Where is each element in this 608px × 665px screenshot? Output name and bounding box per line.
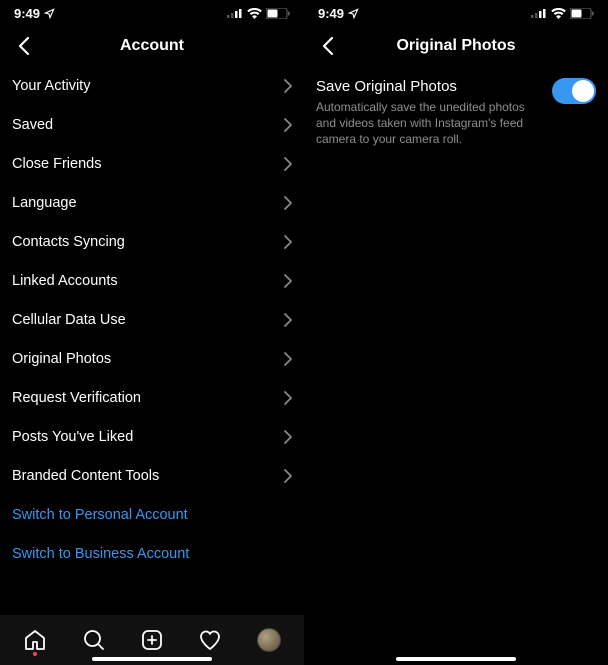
row-label: Posts You've Liked [12,429,133,445]
content: Save Original Photos Automatically save … [304,66,608,665]
row-language[interactable]: Language [0,183,304,222]
plus-square-icon [140,628,164,652]
chevron-right-icon [284,157,292,171]
chevron-left-icon [18,36,30,56]
profile-avatar-icon [257,628,281,652]
tab-activity[interactable] [188,618,232,662]
save-original-photos-row: Save Original Photos Automatically save … [304,66,608,152]
row-close-friends[interactable]: Close Friends [0,144,304,183]
row-saved[interactable]: Saved [0,105,304,144]
tab-profile[interactable] [247,618,291,662]
back-button[interactable] [12,34,36,58]
account-settings-screen: 9:49 Account Your Activity Saved Close F… [0,0,304,665]
battery-icon [266,8,290,19]
status-time: 9:49 [14,6,40,21]
switch-to-personal-account-link[interactable]: Switch to Personal Account [0,495,304,534]
row-contacts-syncing[interactable]: Contacts Syncing [0,222,304,261]
row-label: Request Verification [12,390,141,406]
wifi-icon [551,8,566,19]
original-photos-screen: 9:49 Original Photos Save Original Photo… [304,0,608,665]
tab-new-post[interactable] [130,618,174,662]
page-title: Original Photos [304,37,608,55]
row-label: Linked Accounts [12,273,118,289]
toggle-knob [572,80,594,102]
row-request-verification[interactable]: Request Verification [0,378,304,417]
row-original-photos[interactable]: Original Photos [0,339,304,378]
notification-dot [33,652,37,656]
settings-list: Your Activity Saved Close Friends Langua… [0,66,304,615]
cellular-signal-icon [531,8,547,18]
row-cellular-data-use[interactable]: Cellular Data Use [0,300,304,339]
home-icon [23,628,47,652]
home-indicator[interactable] [92,657,212,661]
link-label: Switch to Business Account [12,546,189,562]
location-services-icon [44,8,55,19]
status-bar: 9:49 [304,0,608,26]
wifi-icon [247,8,262,19]
nav-bar: Account [0,26,304,66]
toggle-description: Automatically save the unedited photos a… [316,99,542,148]
chevron-right-icon [284,274,292,288]
row-label: Cellular Data Use [12,312,126,328]
chevron-right-icon [284,196,292,210]
row-label: Your Activity [12,78,90,94]
page-title: Account [0,37,304,55]
row-label: Branded Content Tools [12,468,159,484]
chevron-right-icon [284,430,292,444]
cellular-signal-icon [227,8,243,18]
row-branded-content-tools[interactable]: Branded Content Tools [0,456,304,495]
row-posts-youve-liked[interactable]: Posts You've Liked [0,417,304,456]
row-label: Contacts Syncing [12,234,125,250]
chevron-right-icon [284,118,292,132]
status-bar: 9:49 [0,0,304,26]
status-time: 9:49 [318,6,344,21]
chevron-right-icon [284,352,292,366]
chevron-right-icon [284,235,292,249]
row-label: Language [12,195,77,211]
heart-icon [198,628,222,652]
row-linked-accounts[interactable]: Linked Accounts [0,261,304,300]
toggle-label: Save Original Photos [316,78,542,95]
chevron-left-icon [322,36,334,56]
chevron-right-icon [284,79,292,93]
save-original-photos-toggle[interactable] [552,78,596,104]
switch-to-business-account-link[interactable]: Switch to Business Account [0,534,304,573]
row-label: Close Friends [12,156,101,172]
back-button[interactable] [316,34,340,58]
search-icon [82,628,106,652]
chevron-right-icon [284,391,292,405]
chevron-right-icon [284,469,292,483]
battery-icon [570,8,594,19]
tab-search[interactable] [72,618,116,662]
row-your-activity[interactable]: Your Activity [0,66,304,105]
chevron-right-icon [284,313,292,327]
nav-bar: Original Photos [304,26,608,66]
tab-home[interactable] [13,618,57,662]
row-label: Original Photos [12,351,111,367]
location-services-icon [348,8,359,19]
row-label: Saved [12,117,53,133]
link-label: Switch to Personal Account [12,507,188,523]
home-indicator[interactable] [396,657,516,661]
